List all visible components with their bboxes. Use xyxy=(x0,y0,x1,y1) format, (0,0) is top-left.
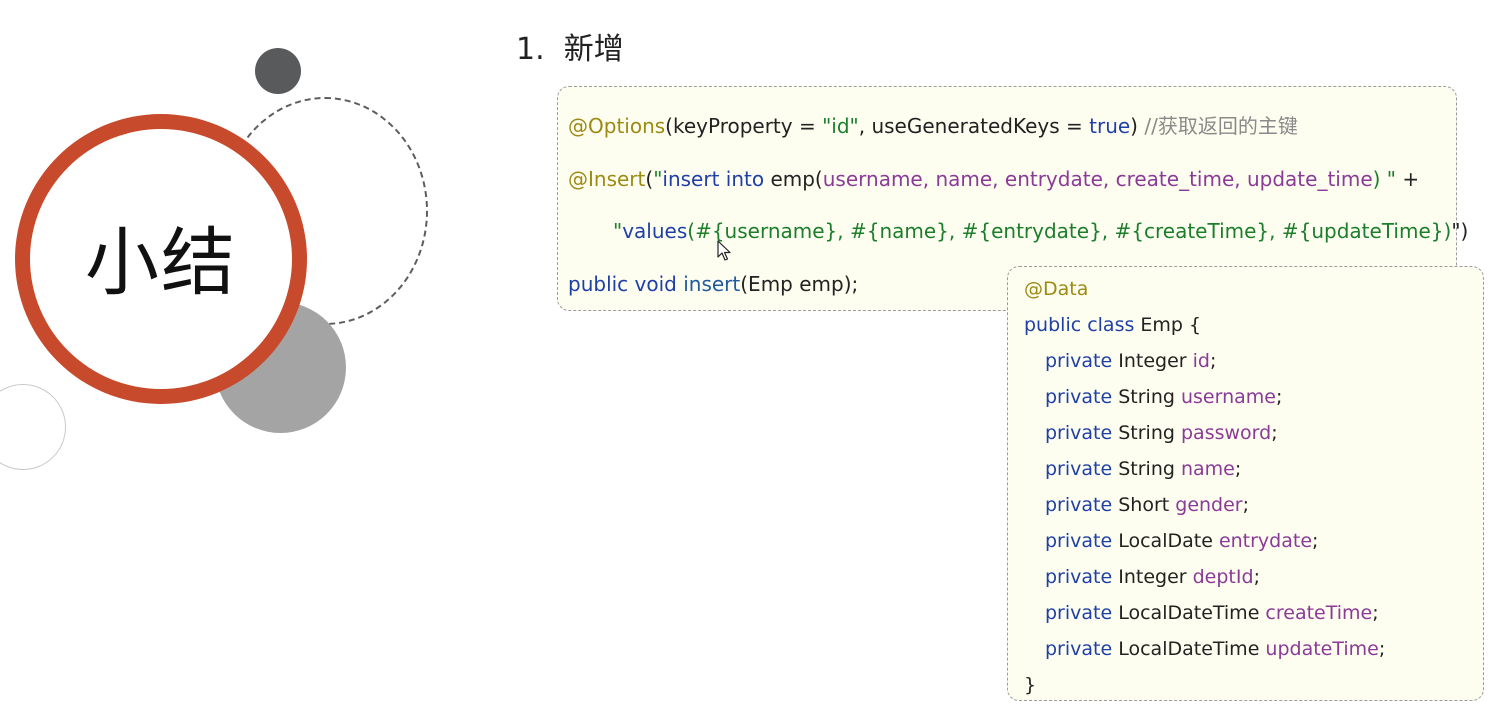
code-line-class-decl: public class Emp { xyxy=(1024,312,1201,338)
field-modifier: private xyxy=(1045,602,1113,624)
field-type: LocalDateTime xyxy=(1112,638,1266,660)
field-type: LocalDateTime xyxy=(1112,602,1266,624)
code-token: ) xyxy=(1130,114,1138,138)
field-type: Short xyxy=(1112,494,1176,516)
sql-keyword: values xyxy=(622,219,688,243)
code-string: "id" xyxy=(822,114,859,138)
code-line-closing: } xyxy=(1024,672,1036,698)
code-token: ; xyxy=(1271,422,1278,444)
insert-annotation: @Insert xyxy=(568,167,646,191)
field-name: updateTime xyxy=(1265,638,1379,660)
field-name: createTime xyxy=(1265,602,1373,624)
sql-keyword: insert into xyxy=(662,167,765,191)
options-annotation: @Options xyxy=(568,114,666,138)
field-name: username xyxy=(1180,386,1276,408)
field-type: String xyxy=(1112,458,1181,480)
code-token: ; xyxy=(1242,494,1250,516)
decorative-dark-circle xyxy=(255,48,301,94)
field-modifier: private xyxy=(1045,422,1113,444)
field-name: password xyxy=(1180,422,1272,444)
field-modifier: private xyxy=(1045,458,1113,480)
sql-columns: username, name, entrydate, create_time, … xyxy=(822,167,1373,191)
code-line-options: @Options(keyProperty = "id", useGenerate… xyxy=(568,112,1298,140)
field-modifier: private xyxy=(1045,386,1113,408)
field-line: private LocalDateTime updateTime; xyxy=(1045,636,1385,662)
code-token: ") xyxy=(1451,219,1469,243)
code-string: " xyxy=(653,167,663,191)
field-modifier: private xyxy=(1045,494,1113,516)
field-name: gender xyxy=(1175,494,1243,516)
code-token: + xyxy=(1395,167,1420,191)
field-line: private LocalDateTime createTime; xyxy=(1045,600,1379,626)
field-modifier: private xyxy=(1045,566,1113,588)
field-type: Integer xyxy=(1112,350,1193,372)
code-line-method: public void insert(Emp emp); xyxy=(568,270,858,298)
decorative-thin-ring xyxy=(0,384,66,470)
field-type: Integer xyxy=(1112,566,1193,588)
code-string: ) " xyxy=(1372,167,1396,191)
title-ring: 小结 xyxy=(15,114,307,404)
code-token: , useGeneratedKeys = xyxy=(858,114,1090,138)
section-heading: 1. 新增 xyxy=(516,32,624,67)
field-line: private Integer deptId; xyxy=(1045,564,1260,590)
code-line-insert: @Insert("insert into emp(username, name,… xyxy=(568,165,1419,193)
code-token: ; xyxy=(1253,566,1260,588)
method-name: insert xyxy=(676,272,741,296)
code-token: ; xyxy=(1234,458,1242,480)
code-token: ; xyxy=(1209,350,1217,372)
code-line-data-annotation: @Data xyxy=(1024,276,1088,302)
data-annotation: @Data xyxy=(1024,278,1089,300)
code-token: (keyProperty = xyxy=(665,114,823,138)
mouse-pointer-icon xyxy=(717,240,731,261)
field-name: deptId xyxy=(1192,566,1254,588)
slide-title: 小结 xyxy=(85,219,237,306)
field-name: entrydate xyxy=(1218,530,1313,552)
field-modifier: private xyxy=(1045,530,1113,552)
field-type: String xyxy=(1112,422,1181,444)
field-name: name xyxy=(1180,458,1235,480)
code-keyword: public class xyxy=(1024,314,1135,336)
code-token: ; xyxy=(1378,638,1386,660)
code-keyword: public void xyxy=(568,272,677,296)
sql-table: emp( xyxy=(764,167,823,191)
code-token: ; xyxy=(1275,386,1283,408)
code-token: ; xyxy=(1312,530,1319,552)
field-line: private LocalDate entrydate; xyxy=(1045,528,1318,554)
code-token: ; xyxy=(1372,602,1379,624)
field-line: private String password; xyxy=(1045,420,1278,446)
field-line: private String name; xyxy=(1045,456,1241,482)
sql-params: (#{username}, #{name}, #{entrydate}, #{c… xyxy=(687,219,1452,243)
closing-brace: } xyxy=(1024,674,1037,696)
field-line: private Short gender; xyxy=(1045,492,1249,518)
field-modifier: private xyxy=(1045,638,1113,660)
code-token: (Emp emp); xyxy=(740,272,859,296)
entity-code-block: @Data public class Emp { private Integer… xyxy=(1007,266,1484,701)
code-line-values: "values(#{username}, #{name}, #{entrydat… xyxy=(613,217,1468,245)
class-name: Emp { xyxy=(1134,314,1202,336)
field-type: String xyxy=(1112,386,1181,408)
field-name: id xyxy=(1192,350,1210,372)
code-string: " xyxy=(613,219,623,243)
code-comment: //获取返回的主键 xyxy=(1137,114,1298,138)
field-line: private Integer id; xyxy=(1045,348,1216,374)
field-line: private String username; xyxy=(1045,384,1282,410)
code-keyword: true xyxy=(1089,114,1131,138)
field-type: LocalDate xyxy=(1112,530,1219,552)
field-modifier: private xyxy=(1045,350,1113,372)
